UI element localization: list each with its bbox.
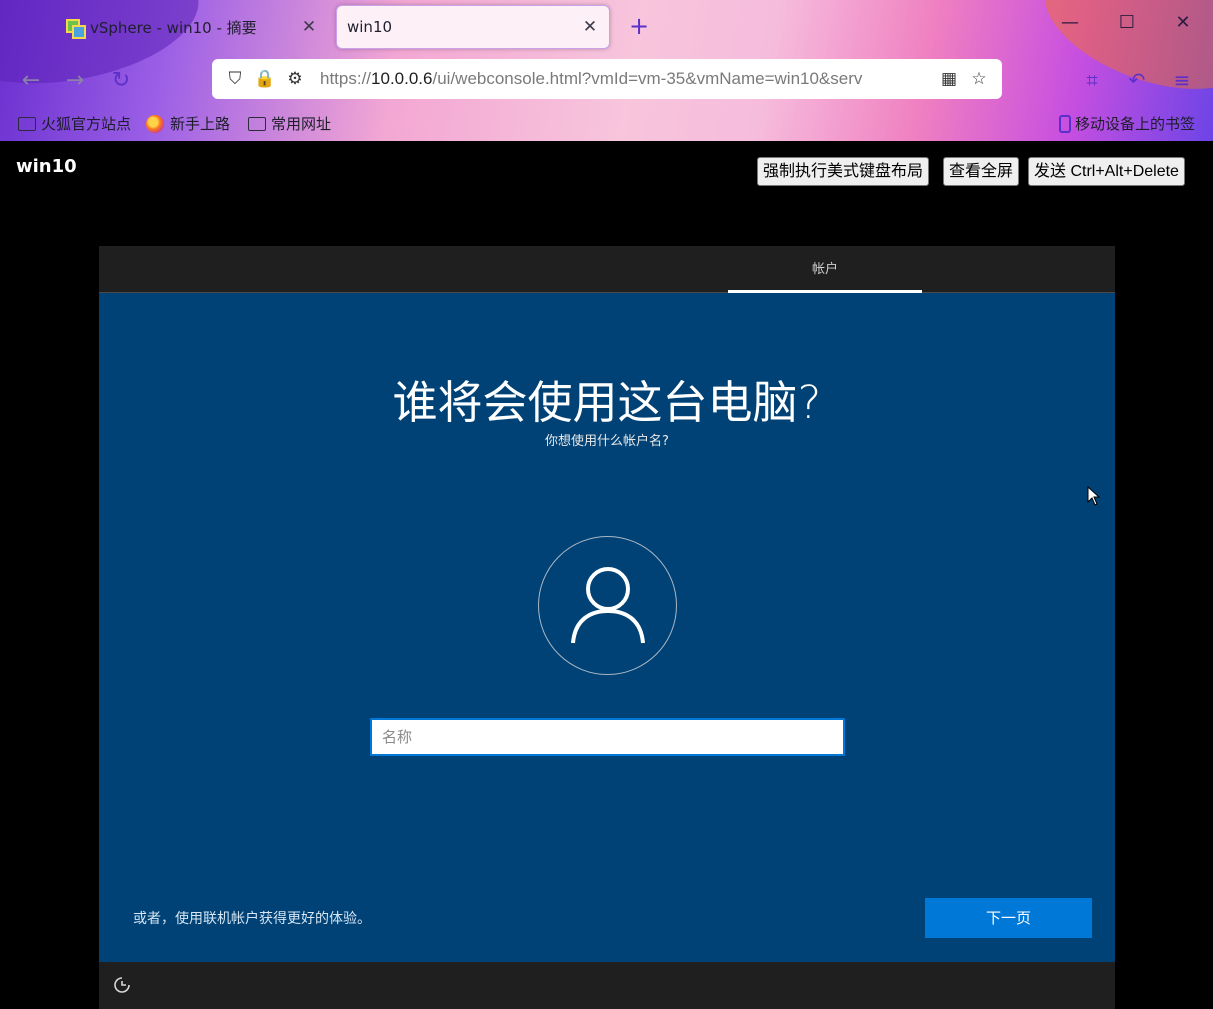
bookmark-link[interactable]: 新手上路 — [146, 113, 230, 134]
folder-icon — [18, 116, 36, 131]
close-tab-icon[interactable]: ✕ — [300, 17, 318, 37]
oobe-step-bar: 帐户 — [99, 246, 1115, 293]
vsphere-favicon-icon — [66, 19, 86, 39]
oobe-bottom-bar — [99, 962, 1115, 1009]
account-name-input[interactable] — [370, 718, 845, 756]
page-title: 谁将会使用这台电脑? — [392, 376, 822, 429]
bookmark-label: 移动设备上的书签 — [1075, 115, 1196, 133]
next-button[interactable]: 下一页 — [925, 898, 1092, 938]
step-indicator — [728, 290, 922, 293]
url-path: /ui/webconsole.html?vmId=vm-35&vmName=wi… — [432, 69, 863, 88]
step-account: 帐户 — [811, 262, 838, 277]
user-icon — [571, 567, 645, 644]
qr-code-icon[interactable]: ▦ — [934, 69, 964, 89]
url-host: 10.0.0.6 — [371, 69, 433, 88]
tab-title: win10 — [347, 18, 393, 36]
page-subtitle: 你想使用什么帐户名? — [545, 434, 669, 449]
mouse-cursor-icon — [1087, 486, 1101, 506]
send-ctrl-alt-delete-button[interactable]: 发送 Ctrl+Alt+Delete — [1028, 157, 1185, 186]
maximize-icon[interactable]: ☐ — [1112, 12, 1142, 33]
vm-name-title: win10 — [16, 156, 77, 177]
navigation-bar: ← → ↻ ⛉ 🔒 ⚙ https://10.0.0.6/ui/webconso… — [0, 56, 1213, 106]
firefox-logo-icon — [146, 114, 164, 133]
avatar — [538, 536, 677, 675]
tab-title: vSphere - win10 - 摘要 — [90, 18, 257, 37]
forward-arrow-icon[interactable]: → — [62, 68, 88, 93]
folder-icon — [248, 116, 266, 131]
bookmark-folder[interactable]: 常用网址 — [248, 113, 331, 134]
url-prefix: https:// — [320, 69, 372, 88]
bookmark-label: 新手上路 — [170, 115, 231, 133]
mobile-bookmarks[interactable]: 移动设备上的书签 — [1059, 113, 1195, 134]
browser-chrome: vSphere - win10 - 摘要 ✕ win10 ✕ + — ☐ ✕ ←… — [0, 0, 1213, 141]
screenshot-crop-icon[interactable]: ⌗ — [1078, 68, 1106, 92]
online-account-link[interactable]: 或者，使用联机帐户获得更好的体验。 — [133, 908, 371, 928]
tracking-shield-icon[interactable]: ⛉ — [220, 69, 250, 89]
vm-console-screen[interactable]: 帐户 谁将会使用这台电脑? 你想使用什么帐户名? 或者，使用联机帐户获得更好的体… — [99, 246, 1115, 1009]
fullscreen-button[interactable]: 查看全屏 — [943, 157, 1020, 186]
url-text[interactable]: https://10.0.0.6/ui/webconsole.html?vmId… — [320, 69, 934, 89]
menu-hamburger-icon[interactable]: ≡ — [1168, 68, 1196, 92]
new-tab-plus-icon[interactable]: + — [626, 12, 652, 40]
bookmarks-toolbar: 火狐官方站点 新手上路 常用网址 移动设备上的书签 — [0, 106, 1213, 141]
bookmark-label: 常用网址 — [271, 115, 332, 133]
ease-of-access-icon[interactable] — [113, 976, 131, 994]
permissions-icon[interactable]: ⚙ — [280, 69, 310, 89]
bookmark-label: 火狐官方站点 — [41, 115, 132, 133]
mobile-device-icon — [1059, 114, 1071, 133]
bookmark-folder[interactable]: 火狐官方站点 — [18, 113, 131, 134]
bookmark-star-icon[interactable]: ☆ — [964, 69, 994, 89]
lock-warning-icon[interactable]: 🔒 — [250, 69, 280, 89]
enforce-us-keyboard-button[interactable]: 强制执行美式键盘布局 — [757, 157, 930, 186]
close-tab-icon[interactable]: ✕ — [581, 17, 599, 37]
tab-win10[interactable]: win10 ✕ — [336, 5, 610, 49]
undo-arrow-icon[interactable]: ↶ — [1123, 68, 1151, 92]
back-arrow-icon[interactable]: ← — [18, 68, 44, 93]
reload-icon[interactable]: ↻ — [108, 68, 134, 93]
address-bar[interactable]: ⛉ 🔒 ⚙ https://10.0.0.6/ui/webconsole.htm… — [212, 59, 1002, 99]
window-close-icon[interactable]: ✕ — [1168, 12, 1198, 33]
minimize-icon[interactable]: — — [1055, 12, 1085, 33]
tab-vsphere-summary[interactable]: vSphere - win10 - 摘要 ✕ — [56, 5, 328, 49]
